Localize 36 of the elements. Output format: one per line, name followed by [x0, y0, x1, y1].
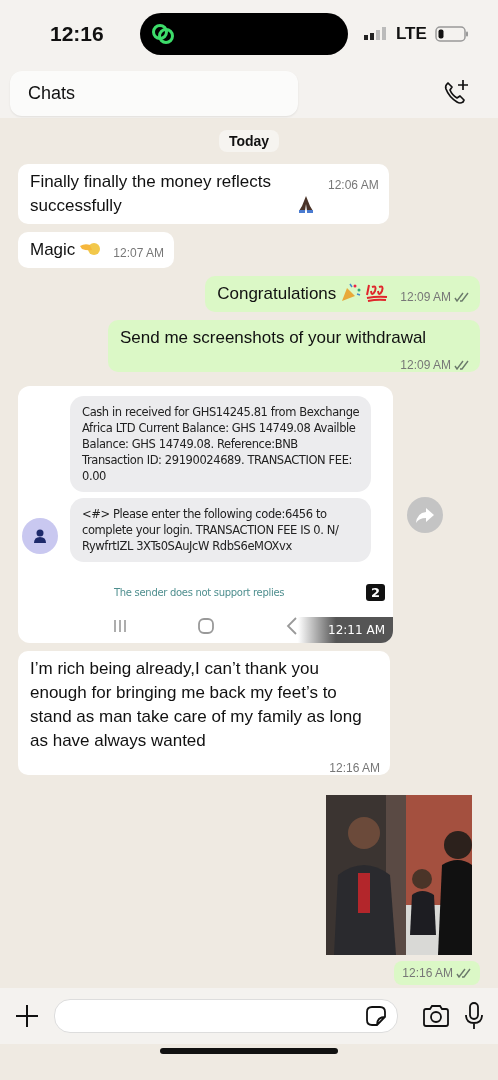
sim-badge: 2	[365, 584, 385, 601]
camera-icon[interactable]	[422, 1004, 450, 1028]
message-text: Magic	[30, 239, 76, 261]
message-text: Congratulations	[217, 283, 337, 305]
sms-text: Cash in received for GHS14245.81 from Bexchange Africa LTD Current Balance: GHS 14749.08 Availble Balance: GHS 14749.08. Reference:BNB Transaction ID: 29190024689. TRANSACTION FEE: 0.00	[70, 396, 371, 492]
recent-apps-icon	[113, 619, 128, 633]
reply-notice: The sender does not support replies	[114, 587, 285, 598]
party-popper-icon	[340, 282, 363, 302]
sticker-icon[interactable]	[365, 1005, 387, 1027]
status-time: 12:16	[50, 22, 105, 46]
message-input-field[interactable]	[54, 999, 398, 1033]
signal-icon	[364, 27, 388, 41]
chats-back-button[interactable]: Chats	[10, 70, 298, 116]
praying-hands-icon	[296, 194, 316, 214]
message-time: 12:16 AM	[402, 966, 453, 980]
plus-icon[interactable]	[14, 1003, 40, 1029]
back-chevron-icon	[285, 617, 298, 635]
add-call-icon[interactable]	[442, 79, 470, 107]
battery-icon	[434, 26, 469, 42]
link-icon	[150, 23, 176, 45]
message-time: 12:06 AM	[328, 178, 379, 192]
hundred-points-icon	[366, 282, 389, 302]
screenshot-message[interactable]	[18, 386, 393, 643]
sms-text: <#> Please enter the following code:6456 to complete your login. TRANSACTION FEE IS 0. N/ RywfrtIZL 3XTs0SAuJcW RdbS6eMOXvx	[70, 498, 371, 562]
message-text: Finally finally the money reflects successfully	[30, 171, 272, 217]
message-time: 12:07 AM	[113, 246, 165, 260]
message-time: 12:16 AM	[329, 761, 380, 775]
date-divider: Today	[218, 130, 280, 152]
message-time: 12:11 AM	[298, 617, 393, 643]
network-label: LTE	[396, 24, 427, 44]
message-text: I’m rich being already,I can’t thank you enough for bringing me back my feet’s to stand as man take care of my family as long as have always wanted	[30, 658, 363, 752]
message-time: 12:09 AM	[400, 358, 451, 372]
message-time: 12:09 AM	[400, 290, 451, 304]
contact-avatar-icon	[22, 518, 58, 554]
message-text: Send me screenshots of your withdrawal	[120, 327, 427, 349]
microphone-icon[interactable]	[464, 1002, 484, 1030]
